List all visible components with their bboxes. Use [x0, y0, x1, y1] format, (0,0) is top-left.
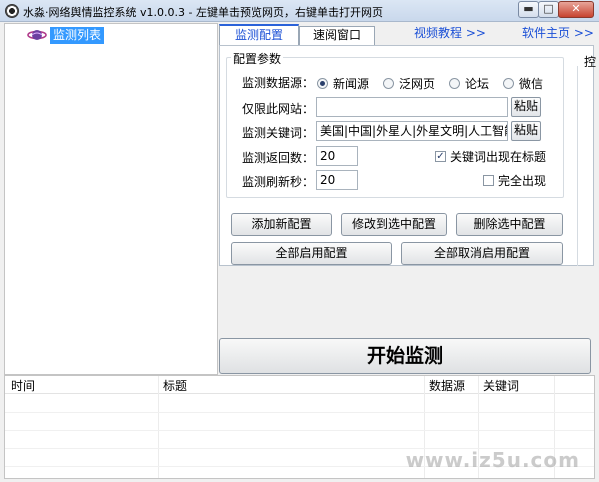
- radio-icon: [317, 78, 328, 89]
- column-time[interactable]: 时间: [11, 377, 35, 394]
- title-bar: 水淼·网络舆情监控系统 v1.0.0.3 - 左键单击预览网页，右键单击打开网页…: [0, 0, 599, 22]
- enable-all-button[interactable]: 全部启用配置: [231, 242, 392, 265]
- radio-icon: [503, 78, 514, 89]
- keyword-label: 监测关键词：: [242, 126, 315, 140]
- close-button[interactable]: ✕: [558, 1, 594, 18]
- source-radio-web[interactable]: 泛网页: [383, 75, 435, 92]
- config-panel: 配置参数 监测数据源： 新闻源 泛网页 论坛 微信 仅限此网站： 粘贴 监测关键…: [219, 45, 597, 266]
- config-group: 配置参数 监测数据源： 新闻源 泛网页 论坛 微信 仅限此网站： 粘贴 监测关键…: [226, 50, 564, 198]
- monitor-list-panel: 监测列表: [4, 23, 218, 375]
- tree-item-monitor-list[interactable]: 监测列表: [27, 26, 105, 44]
- paste-site-button[interactable]: 粘贴: [511, 97, 541, 117]
- source-radio-wechat[interactable]: 微信: [503, 75, 543, 92]
- title-keyword-checkbox[interactable]: ✓ 关键词出现在标题: [435, 148, 546, 165]
- radio-label: 泛网页: [399, 77, 436, 91]
- column-source[interactable]: 数据源: [429, 377, 465, 394]
- checkbox-icon: [483, 175, 494, 186]
- column-keyword[interactable]: 关键词: [483, 377, 519, 394]
- software-home-link[interactable]: 软件主页 >>: [522, 24, 594, 45]
- column-divider: [158, 376, 159, 478]
- radio-label: 新闻源: [333, 77, 370, 91]
- radio-icon: [449, 78, 460, 89]
- return-count-label: 监测返回数：: [242, 151, 315, 165]
- source-radio-news[interactable]: 新闻源: [317, 75, 369, 92]
- tab-monitor-config[interactable]: 监测配置: [219, 24, 299, 46]
- source-radio-forum[interactable]: 论坛: [449, 75, 489, 92]
- radio-label: 论坛: [465, 77, 490, 91]
- row-divider: [5, 430, 594, 431]
- keyword-input[interactable]: 美国|中国|外星人|外星文明|人工智能: [316, 121, 508, 141]
- window-title: 水淼·网络舆情监控系统 v1.0.0.3 - 左键单击预览网页，右键单击打开网页: [23, 6, 383, 19]
- full-match-checkbox[interactable]: 完全出现: [483, 172, 546, 189]
- earth-ring-icon: [27, 30, 47, 40]
- radio-label: 微信: [519, 77, 544, 91]
- checkbox-label: 完全出现: [498, 174, 547, 188]
- video-tutorial-link[interactable]: 视频教程 >>: [414, 24, 486, 45]
- start-monitor-button[interactable]: 开始监测: [219, 338, 591, 374]
- tree-item-label: 监测列表: [50, 26, 105, 44]
- side-divider: [577, 66, 578, 266]
- column-title[interactable]: 标题: [163, 377, 187, 394]
- source-label: 监测数据源：: [242, 76, 315, 90]
- tab-quick-read[interactable]: 速阅窗口: [299, 26, 375, 46]
- tab-bar: 监测配置 速阅窗口 视频教程 >> 软件主页 >>: [219, 24, 599, 46]
- refresh-seconds-input[interactable]: 20: [316, 170, 358, 190]
- return-count-input[interactable]: 20: [316, 146, 358, 166]
- disable-all-button[interactable]: 全部取消启用配置: [401, 242, 563, 265]
- delete-config-button[interactable]: 删除选中配置: [456, 213, 563, 236]
- checkbox-label: 关键词出现在标题: [450, 150, 547, 164]
- paste-keyword-button[interactable]: 粘贴: [511, 121, 541, 141]
- refresh-seconds-label: 监测刷新秒：: [242, 175, 315, 189]
- results-table: 时间 标题 数据源 关键词 www.iz5u.com: [4, 375, 595, 479]
- add-config-button[interactable]: 添加新配置: [231, 213, 332, 236]
- radio-icon: [383, 78, 394, 89]
- checkbox-checked-icon: ✓: [435, 151, 446, 162]
- maximize-button[interactable]: □: [538, 1, 559, 18]
- site-label: 仅限此网站：: [242, 102, 315, 116]
- side-panel-label: 控: [584, 55, 597, 69]
- table-header: 时间 标题 数据源 关键词: [5, 376, 594, 394]
- app-icon: [5, 4, 19, 18]
- minimize-button[interactable]: ▬: [518, 1, 539, 18]
- watermark: www.iz5u.com: [405, 448, 580, 472]
- row-divider: [5, 412, 594, 413]
- site-input[interactable]: [316, 97, 508, 117]
- modify-config-button[interactable]: 修改到选中配置: [341, 213, 447, 236]
- config-legend: 配置参数: [231, 50, 284, 67]
